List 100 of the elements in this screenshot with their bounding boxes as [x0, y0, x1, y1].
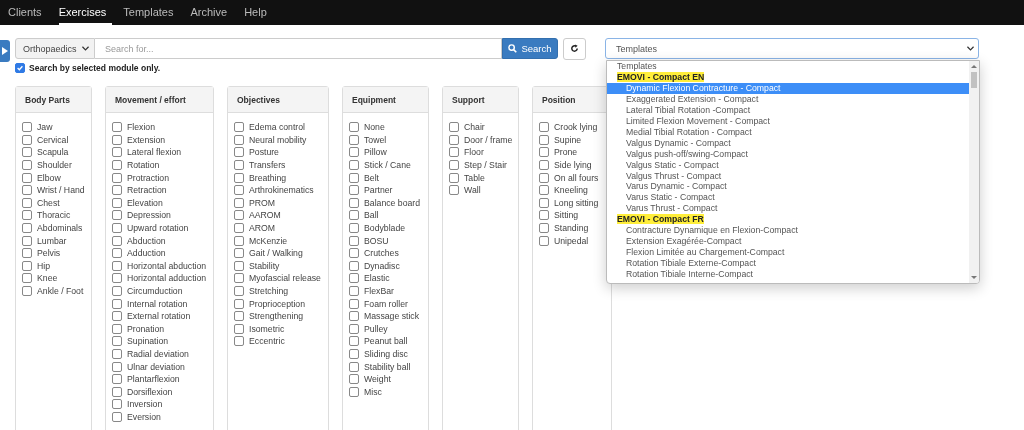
checkbox[interactable] — [22, 122, 32, 133]
refresh-button[interactable] — [563, 37, 586, 60]
checkbox[interactable] — [112, 122, 122, 133]
checkbox[interactable] — [22, 160, 32, 171]
checkbox[interactable] — [234, 134, 244, 145]
checkbox[interactable] — [539, 147, 549, 158]
nav-link[interactable]: Exercises — [58, 0, 113, 25]
module-select[interactable]: Orthopaedics — [15, 38, 95, 59]
dropdown-option[interactable]: Valgus push-off/swing-Compact — [607, 148, 969, 160]
checkbox[interactable] — [112, 349, 122, 359]
nav-link[interactable]: Clients — [8, 0, 48, 25]
checkbox[interactable] — [539, 197, 549, 208]
checkbox[interactable] — [112, 223, 122, 234]
checkbox[interactable] — [112, 172, 122, 183]
dropdown-option[interactable]: Valgus Dynamic - Compact — [607, 137, 969, 149]
checkbox[interactable] — [349, 386, 359, 397]
checkbox[interactable] — [22, 260, 32, 271]
checkbox[interactable] — [112, 160, 122, 171]
dropdown-option[interactable]: Varus Dynamic - Compact — [607, 181, 969, 193]
checkbox[interactable] — [22, 147, 32, 158]
checkbox[interactable] — [349, 248, 359, 259]
dropdown-option[interactable]: Flexion Limitée au Chargement-Compact — [607, 247, 969, 259]
checkbox[interactable] — [234, 248, 244, 259]
checkbox[interactable] — [449, 147, 459, 158]
checkbox[interactable] — [349, 147, 359, 158]
checkbox[interactable] — [539, 134, 549, 145]
checkbox[interactable] — [22, 197, 32, 208]
checkbox[interactable] — [112, 185, 122, 196]
search-field[interactable]: Search for... — [95, 38, 502, 59]
checkbox[interactable] — [234, 235, 244, 246]
sidebar-toggle[interactable] — [0, 40, 10, 62]
dropdown-option[interactable]: Valgus Thrust - Compact — [607, 170, 969, 182]
checkbox[interactable] — [112, 260, 122, 271]
checkbox[interactable] — [349, 122, 359, 133]
checkbox[interactable] — [539, 160, 549, 171]
nav-link[interactable]: Help — [244, 0, 273, 25]
checkbox[interactable] — [349, 336, 359, 347]
checkbox[interactable] — [112, 235, 122, 246]
checkbox[interactable] — [112, 134, 122, 145]
dropdown-option[interactable]: Valgus Static - Compact — [607, 159, 969, 171]
checkbox[interactable] — [449, 172, 459, 183]
checkbox[interactable] — [234, 223, 244, 234]
checkbox[interactable] — [539, 210, 549, 221]
checkbox[interactable] — [539, 172, 549, 183]
checkbox[interactable] — [22, 286, 32, 296]
dropdown-option[interactable]: Varus Thrust - Compact — [607, 203, 969, 215]
checkbox[interactable] — [349, 160, 359, 171]
checkbox[interactable] — [112, 197, 122, 208]
checkbox[interactable] — [349, 273, 359, 284]
checkbox[interactable] — [349, 374, 359, 385]
checkbox[interactable] — [22, 134, 32, 145]
checkbox[interactable] — [234, 260, 244, 271]
checkbox[interactable] — [112, 311, 122, 322]
checkbox[interactable] — [349, 172, 359, 183]
dropdown-option[interactable]: Medial Tibial Rotation - Compact — [607, 126, 969, 138]
checkbox[interactable] — [22, 210, 32, 221]
dropdown-option[interactable]: Rotation Tibiale Externe-Compact — [607, 258, 969, 270]
dropdown-option[interactable]: Contracture Dynamique en Flexion-Compact — [607, 225, 969, 237]
checkbox[interactable] — [539, 235, 549, 246]
checkbox[interactable] — [22, 273, 32, 284]
checkbox[interactable] — [349, 286, 359, 296]
checkbox[interactable] — [234, 185, 244, 196]
checkbox[interactable] — [449, 160, 459, 171]
checkbox[interactable] — [234, 273, 244, 284]
checkbox[interactable] — [234, 197, 244, 208]
checkbox[interactable] — [539, 185, 549, 196]
checkbox[interactable] — [234, 286, 244, 296]
templates-select[interactable]: Templates — [605, 38, 979, 59]
checkbox[interactable] — [349, 210, 359, 221]
checkbox[interactable] — [349, 361, 359, 372]
checkbox[interactable] — [349, 260, 359, 271]
checkbox[interactable] — [112, 386, 122, 397]
nav-link[interactable]: Archive — [190, 0, 234, 25]
dropdown-option[interactable]: Limited Flexion Movement - Compact — [607, 115, 969, 127]
checkbox[interactable] — [112, 374, 122, 385]
checkbox[interactable] — [349, 323, 359, 334]
checkbox[interactable] — [234, 172, 244, 183]
checkbox[interactable] — [234, 311, 244, 322]
checkbox[interactable] — [15, 62, 25, 73]
checkbox[interactable] — [22, 185, 32, 196]
checkbox[interactable] — [349, 349, 359, 359]
checkbox[interactable] — [112, 411, 122, 422]
checkbox[interactable] — [112, 147, 122, 158]
nav-link[interactable]: Templates — [123, 0, 180, 25]
checkbox[interactable] — [449, 185, 459, 196]
checkbox[interactable] — [22, 248, 32, 259]
dropdown-option[interactable]: Rotation Tibiale Interne-Compact — [607, 269, 969, 281]
checkbox[interactable] — [112, 336, 122, 347]
checkbox[interactable] — [234, 298, 244, 309]
checkbox[interactable] — [112, 399, 122, 410]
checkbox[interactable] — [234, 122, 244, 133]
checkbox[interactable] — [349, 311, 359, 322]
checkbox[interactable] — [112, 323, 122, 334]
checkbox[interactable] — [22, 223, 32, 234]
scrollbar[interactable] — [969, 61, 979, 283]
search-button[interactable]: Search — [502, 38, 558, 59]
checkbox[interactable] — [349, 235, 359, 246]
dropdown-option[interactable]: Varus Static - Compact — [607, 192, 969, 204]
dropdown-option[interactable]: Templates — [607, 61, 969, 72]
checkbox[interactable] — [539, 223, 549, 234]
